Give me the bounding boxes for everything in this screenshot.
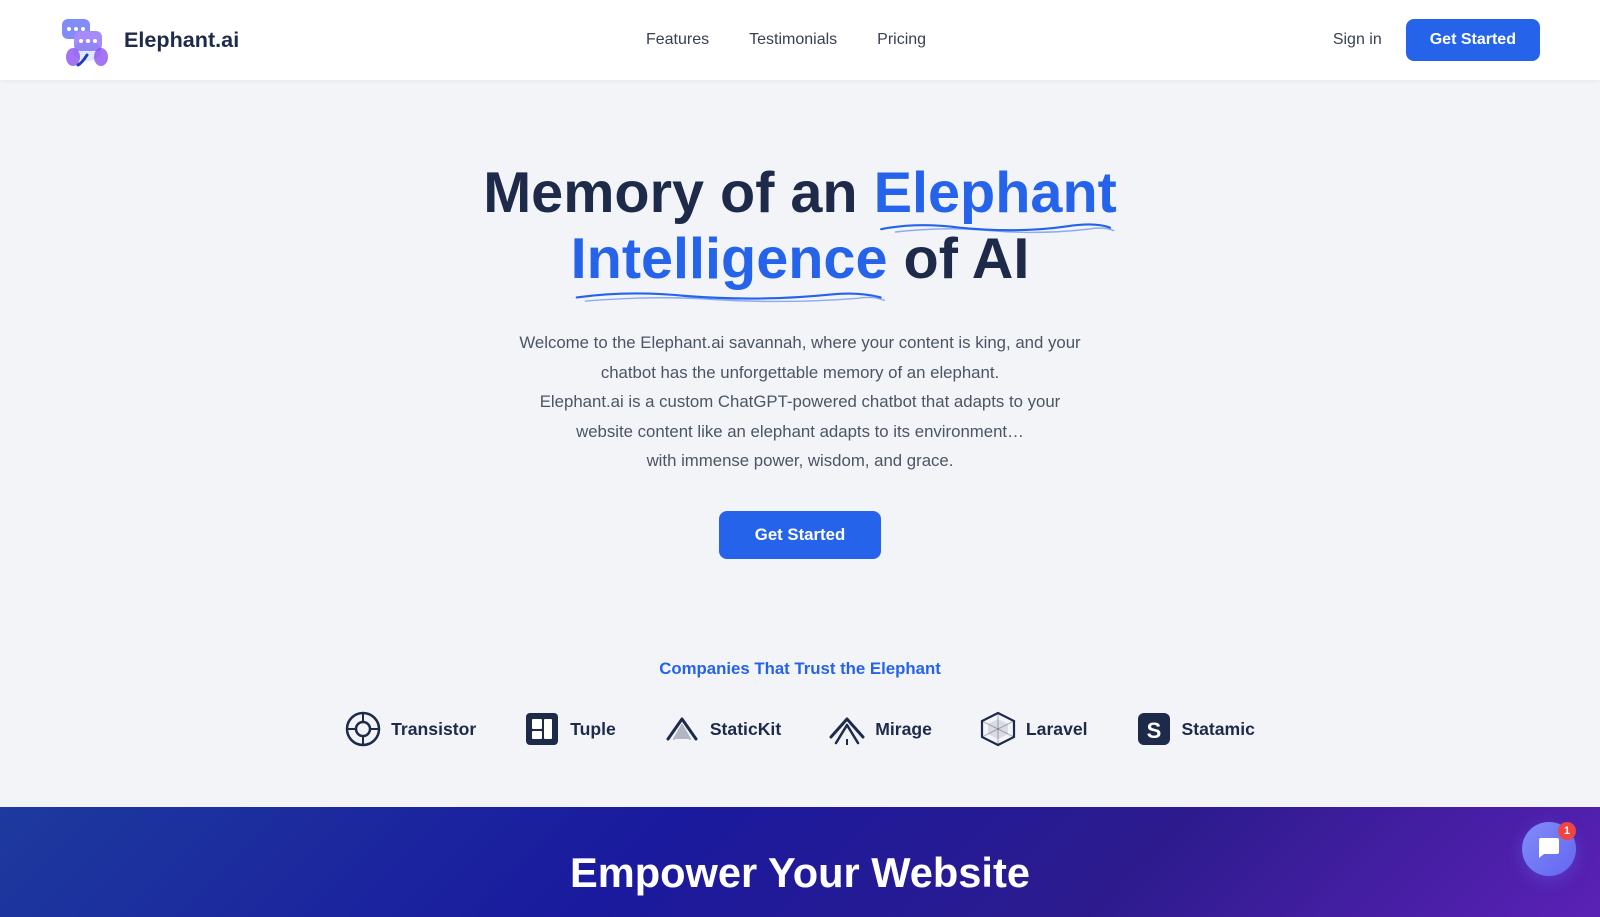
laravel-icon	[980, 711, 1016, 747]
navbar: Elephant.ai Features Testimonials Pricin…	[0, 0, 1600, 80]
bottom-band-text: Empower Your Website	[0, 829, 1600, 917]
mirage-name: Mirage	[875, 719, 932, 740]
logo-link[interactable]: Elephant.ai	[60, 13, 239, 67]
transistor-icon	[345, 711, 381, 747]
mirage-icon	[829, 711, 865, 747]
statamic-name: Statamic	[1182, 719, 1255, 740]
statamic-icon: S	[1136, 711, 1172, 747]
companies-section: Companies That Trust the Elephant Transi…	[0, 619, 1600, 807]
nav-right: Sign in Get Started	[1333, 19, 1540, 61]
statickit-name: StaticKit	[710, 719, 781, 740]
hero-title-part2: of AI	[904, 227, 1030, 291]
nav-links: Features Testimonials Pricing	[646, 31, 926, 49]
elephant-underline-svg	[874, 218, 1117, 236]
chat-badge: 1	[1558, 822, 1576, 840]
chat-widget[interactable]: 1	[1522, 822, 1576, 876]
companies-title: Companies That Trust the Elephant	[60, 659, 1540, 679]
hero-elephant-wrap: Elephant	[874, 160, 1117, 226]
nav-link-testimonials[interactable]: Testimonials	[749, 31, 837, 49]
svg-text:S: S	[1146, 718, 1161, 743]
logo-laravel: Laravel	[980, 711, 1088, 747]
hero-elephant-text: Elephant	[874, 161, 1117, 225]
hero-get-started-button[interactable]: Get Started	[719, 511, 881, 559]
transistor-name: Transistor	[391, 719, 476, 740]
tuple-icon	[524, 711, 560, 747]
nav-link-features[interactable]: Features	[646, 31, 709, 49]
logo-transistor: Transistor	[345, 711, 476, 747]
logo-statickit: StaticKit	[664, 711, 781, 747]
hero-title: Memory of an Elephant Intelligence of AI	[483, 160, 1117, 292]
laravel-name: Laravel	[1026, 719, 1088, 740]
tuple-name: Tuple	[570, 719, 616, 740]
logo-text: Elephant.ai	[124, 27, 239, 53]
statickit-icon	[664, 711, 700, 747]
signin-link[interactable]: Sign in	[1333, 31, 1382, 49]
hero-subtitle: Welcome to the Elephant.ai savannah, whe…	[519, 328, 1080, 475]
hero-intelligence-wrap: Intelligence	[571, 226, 888, 292]
logo-tuple: Tuple	[524, 711, 616, 747]
chat-icon	[1536, 836, 1562, 862]
hero-title-part1: Memory of an	[483, 161, 873, 225]
bottom-band: Empower Your Website	[0, 807, 1600, 917]
nav-link-pricing[interactable]: Pricing	[877, 31, 926, 49]
logo-statamic: S Statamic	[1136, 711, 1255, 747]
companies-logos: Transistor Tuple StaticKit	[60, 711, 1540, 747]
logo-icon	[60, 13, 114, 67]
nav-get-started-button[interactable]: Get Started	[1406, 19, 1540, 61]
logo-mirage: Mirage	[829, 711, 932, 747]
hero-section: Memory of an Elephant Intelligence of AI…	[0, 80, 1600, 619]
intelligence-underline-svg	[571, 286, 888, 306]
hero-intelligence-text: Intelligence	[571, 227, 888, 291]
